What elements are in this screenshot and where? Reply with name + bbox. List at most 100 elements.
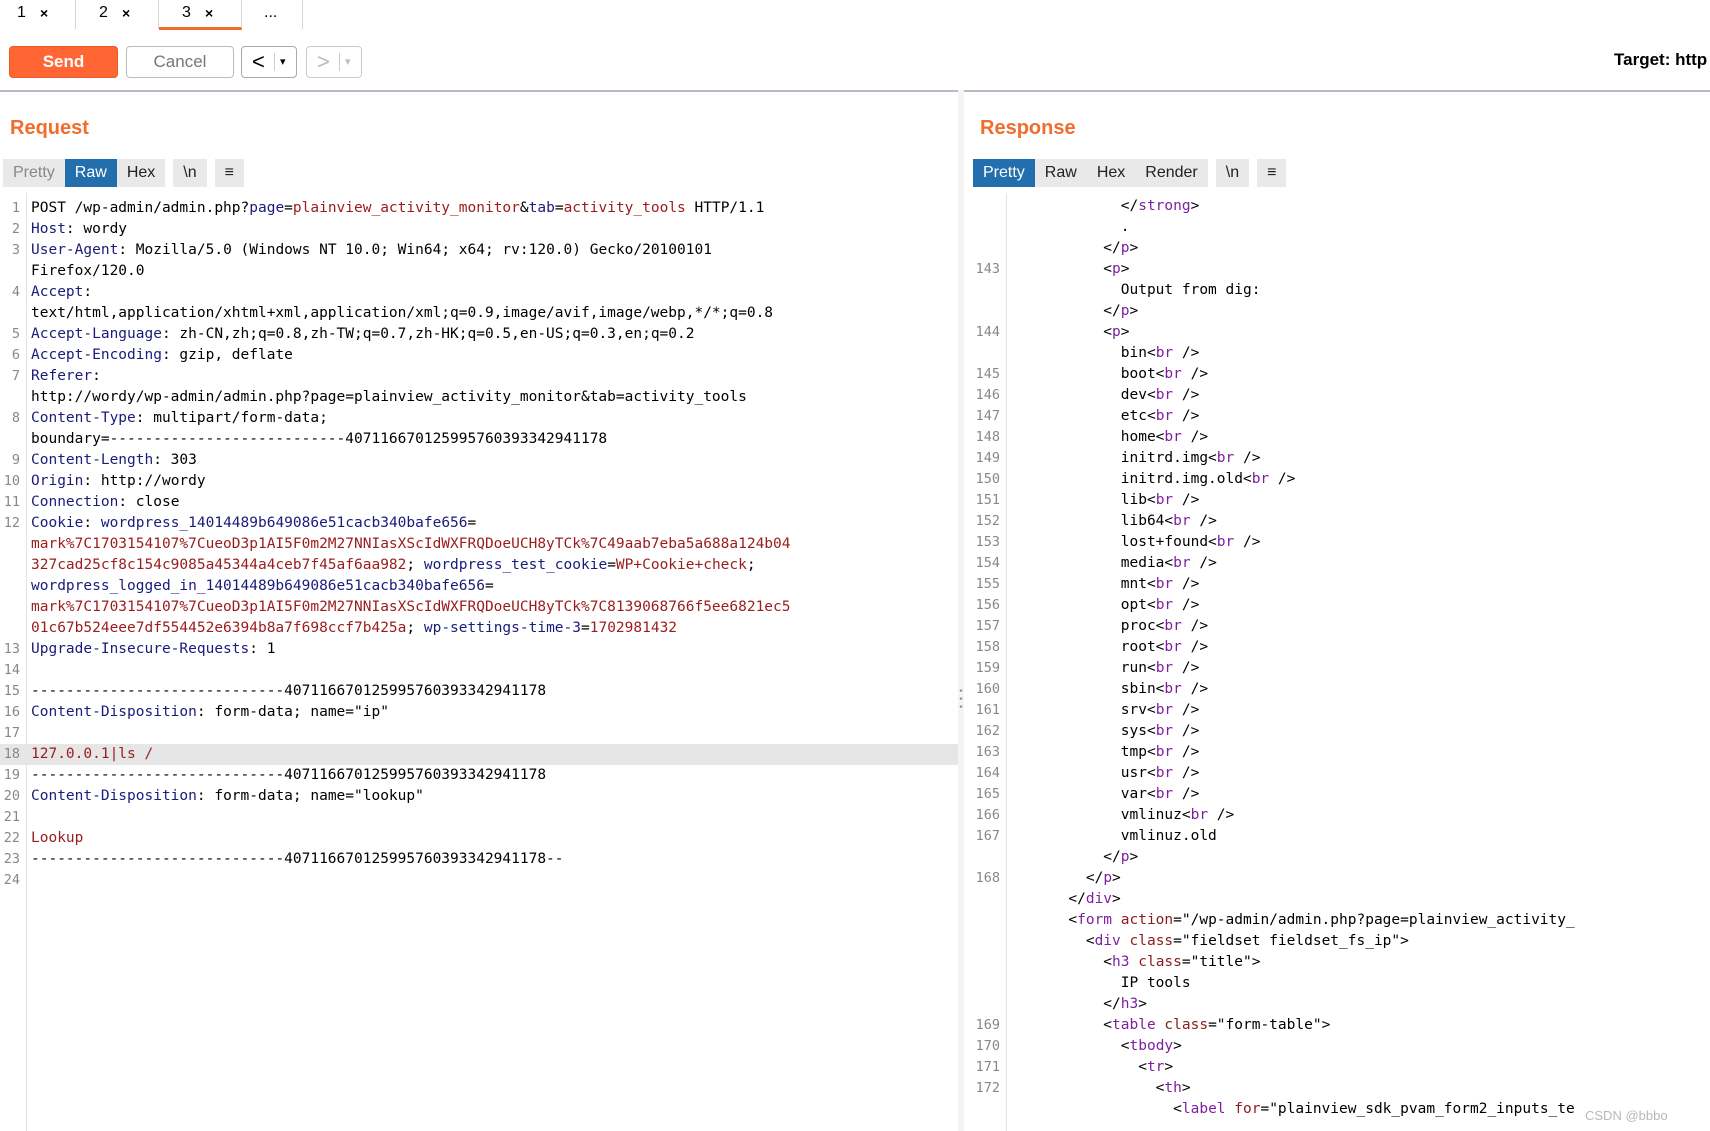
code-token: -----------------------------40711667012… <box>31 683 547 699</box>
line-text: bin<br /> <box>1016 343 1200 364</box>
line-number: 17 <box>3 725 20 741</box>
code-token: h3 <box>1112 954 1130 970</box>
line-text: <th> <box>1016 1078 1191 1099</box>
code-line: 01c67b524eee7df554452e6394b8a7f698ccf7b4… <box>0 618 958 639</box>
line-text: text/html,application/xhtml+xml,applicat… <box>31 303 773 324</box>
request-editor[interactable]: 1 POST /wp-admin/admin.php?page=plainview… <box>0 193 958 1131</box>
code-token: . <box>1016 219 1130 235</box>
line-text: </h3> <box>1016 994 1147 1015</box>
code-token: /> <box>1181 429 1209 445</box>
dropdown-arrow-icon[interactable]: ▾ <box>280 49 286 75</box>
code-token: </ <box>1016 303 1121 319</box>
code-line: 24 <box>0 870 958 891</box>
code-line: 8 Content-Type: multipart/form-data; <box>0 408 958 429</box>
code-token: th <box>1164 1080 1182 1096</box>
code-token: br <box>1164 429 1182 445</box>
code-token: mnt< <box>1016 576 1156 592</box>
code-line: 164 usr<br /> <box>964 763 1710 784</box>
code-token: /> <box>1181 618 1209 634</box>
tab-raw[interactable]: Raw <box>1034 159 1087 187</box>
code-line: 169 <table class="form-table"> <box>964 1015 1710 1036</box>
code-token: Output from dig: <box>1016 282 1261 298</box>
line-number: 145 <box>975 366 1000 382</box>
tab-hex[interactable]: Hex <box>116 159 166 187</box>
tab-raw[interactable]: Raw <box>64 159 117 187</box>
drag-handle-icon[interactable]: • • • <box>959 687 963 713</box>
newline-toggle-button[interactable]: \n <box>173 159 207 187</box>
line-number: 148 <box>975 429 1000 445</box>
code-token: Cookie <box>31 515 84 531</box>
target-label[interactable]: Target: http <box>1614 50 1707 70</box>
code-line: 162 sys<br /> <box>964 721 1710 742</box>
line-number: 153 <box>975 534 1000 550</box>
tab-pretty[interactable]: Pretty <box>3 159 65 187</box>
watermark: CSDN @bbbo <box>1585 1108 1668 1123</box>
line-text: dev<br /> <box>1016 385 1200 406</box>
response-editor[interactable]: </strong> . </p> 143 <p> Output from dig:… <box>964 193 1710 1131</box>
code-token: br <box>1155 387 1174 403</box>
back-button[interactable]: < ▾ <box>241 46 297 78</box>
code-line: 152 lib64<br /> <box>964 511 1710 532</box>
close-icon[interactable]: × <box>122 0 130 26</box>
tab-3[interactable]: 3 × <box>159 0 242 30</box>
tab-label: 1 <box>17 4 26 21</box>
code-token: tmp< <box>1016 744 1156 760</box>
code-token: media< <box>1016 555 1174 571</box>
code-token: br <box>1216 450 1235 466</box>
line-text: srv<br /> <box>1016 700 1200 721</box>
line-number: 12 <box>3 515 20 531</box>
code-line: <form action="/wp-admin/admin.php?page=p… <box>964 910 1710 931</box>
line-number: 7 <box>11 368 20 384</box>
send-button[interactable]: Send <box>9 46 118 78</box>
menu-icon[interactable]: ≡ <box>1257 159 1287 187</box>
code-token: = <box>581 620 590 636</box>
code-line: 154 media<br /> <box>964 553 1710 574</box>
code-line: 7 Referer: <box>0 366 958 387</box>
line-number: 5 <box>11 326 20 342</box>
line-number: 160 <box>975 681 1000 697</box>
line-number: 172 <box>975 1080 1000 1096</box>
code-token: Upgrade-Insecure-Requests <box>31 641 250 657</box>
line-text: Cookie: wordpress_14014489b649086e51cacb… <box>31 513 476 534</box>
code-token: : form-data; name="ip" <box>196 704 389 720</box>
code-token: p <box>1120 240 1130 256</box>
response-view-tabs: Pretty Raw Hex Render \n ≡ <box>973 159 1287 187</box>
code-token: > <box>1120 324 1130 340</box>
code-token: /> <box>1190 513 1217 529</box>
tab-1[interactable]: 1 × <box>0 0 76 29</box>
tab-pretty[interactable]: Pretty <box>973 159 1035 187</box>
code-line: </div> <box>964 889 1710 910</box>
tab-render[interactable]: Render <box>1135 159 1208 187</box>
code-token: /> <box>1173 786 1200 802</box>
separator <box>274 53 275 71</box>
code-token: ; <box>406 557 424 573</box>
code-token: /> <box>1181 681 1209 697</box>
code-token: boundary=---------------------------4071… <box>31 431 608 447</box>
code-token: : http://wordy <box>83 473 206 489</box>
line-text: usr<br /> <box>1016 763 1200 784</box>
line-text: etc<br /> <box>1016 406 1200 427</box>
line-number: 143 <box>975 261 1000 277</box>
code-token: br <box>1164 618 1182 634</box>
line-text: -----------------------------40711667012… <box>31 765 546 786</box>
code-token: > <box>1120 261 1130 277</box>
code-token: div <box>1094 933 1121 949</box>
line-text: <tr> <box>1016 1057 1173 1078</box>
close-icon[interactable]: × <box>205 0 213 26</box>
code-token: </ <box>1016 240 1121 256</box>
line-text: Content-Type: multipart/form-data; <box>31 408 328 429</box>
line-text: initrd.img.old<br /> <box>1016 469 1296 490</box>
forward-button[interactable]: > ▾ <box>306 46 362 78</box>
dropdown-arrow-icon[interactable]: ▾ <box>345 49 351 75</box>
close-icon[interactable]: × <box>40 0 48 26</box>
newline-toggle-button[interactable]: \n <box>1215 159 1250 187</box>
line-text: <tbody> <box>1016 1036 1182 1057</box>
tab-more[interactable]: ... <box>242 0 303 29</box>
code-line: 171 <tr> <box>964 1057 1710 1078</box>
line-text: initrd.img<br /> <box>1016 448 1261 469</box>
menu-icon[interactable]: ≡ <box>214 159 244 187</box>
tab-hex[interactable]: Hex <box>1086 159 1136 187</box>
code-token: table <box>1112 1017 1156 1033</box>
tab-2[interactable]: 2 × <box>76 0 159 29</box>
cancel-button[interactable]: Cancel <box>126 46 234 78</box>
